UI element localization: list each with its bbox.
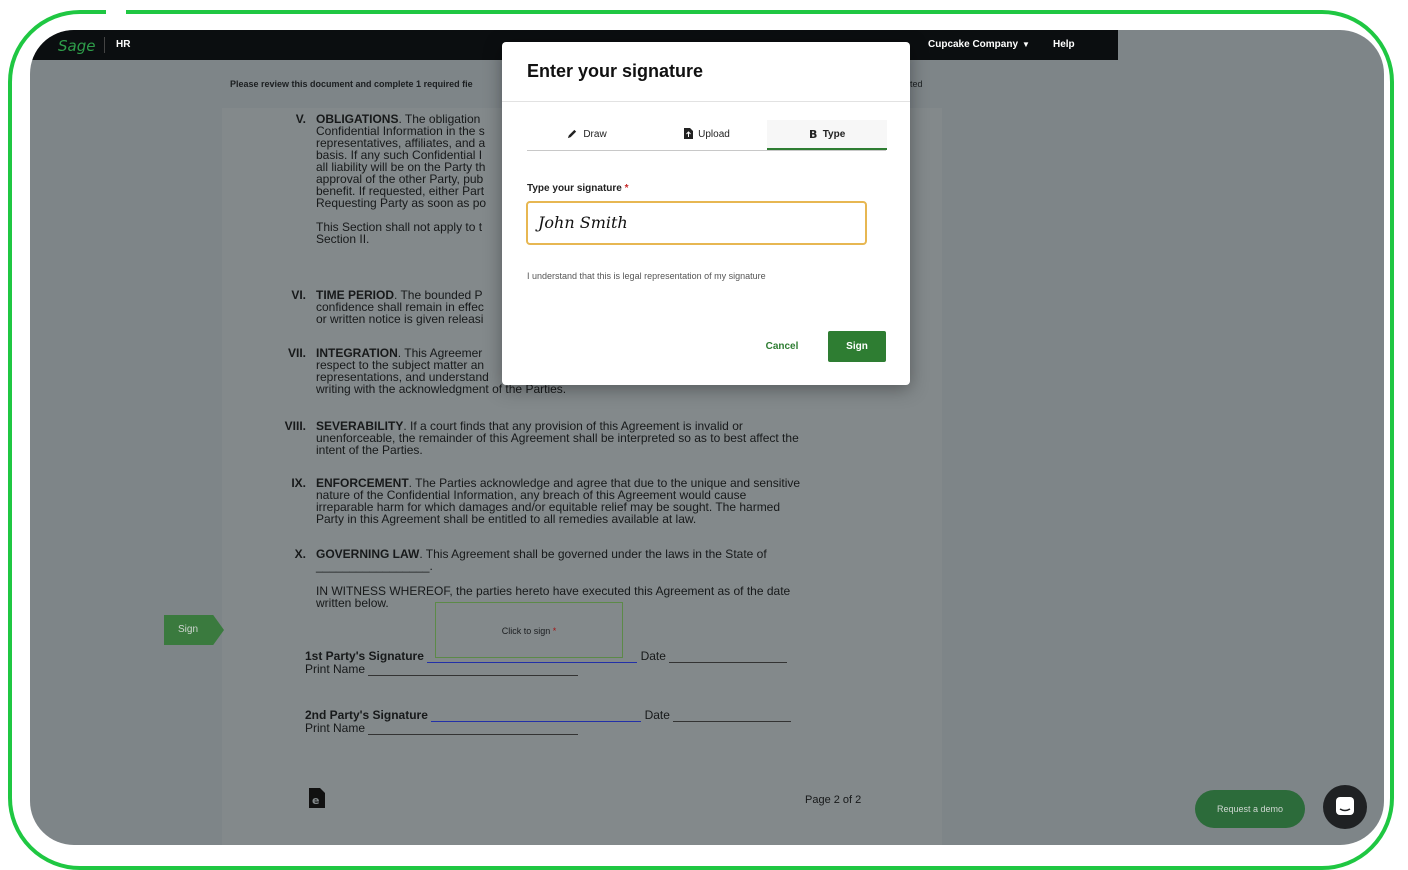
signature-input[interactable]: John Smith <box>526 201 867 245</box>
tab-type[interactable]: B Type <box>767 120 887 150</box>
svg-text:e: e <box>312 794 319 807</box>
review-banner-tail: ted <box>910 79 923 89</box>
company-name: Cupcake Company <box>928 39 1019 50</box>
party2-signature-label: 2nd Party's Signature <box>305 708 428 722</box>
tab-label: Upload <box>698 129 730 140</box>
date-label: Date <box>640 649 666 663</box>
legal-note: I understand that this is legal represen… <box>527 271 766 281</box>
cancel-button[interactable]: Cancel <box>754 332 810 362</box>
print-name-label: Print Name <box>305 721 366 735</box>
date-label: Date <box>644 708 670 722</box>
page-number: Page 2 of 2 <box>805 794 862 806</box>
section-line: written below. <box>316 596 389 610</box>
section-line: Party in this Agreement shall be entitle… <box>316 512 697 526</box>
caret-down-icon: ▼ <box>1022 40 1030 49</box>
tab-upload[interactable]: Upload <box>647 120 767 150</box>
party2-signature-row: 2nd Party's Signature Date Print Name <box>305 708 792 735</box>
upload-file-icon <box>684 128 694 139</box>
section-body: SEVERABILITY. If a court finds that any … <box>316 420 836 456</box>
section-number: X. <box>294 547 306 561</box>
required-mark: * <box>552 626 557 636</box>
signature-field-label-text: Type your signature <box>527 183 622 194</box>
bold-type-icon: B <box>809 128 817 141</box>
modal-title: Enter your signature <box>527 61 704 81</box>
tab-label: Draw <box>583 129 607 140</box>
module-name[interactable]: HR <box>116 39 130 50</box>
app-screen: Sage HR Cupcake Company ▼ Help Please rev… <box>30 30 1384 845</box>
sage-logo: Sage <box>58 37 96 55</box>
tab-draw[interactable]: Draw <box>527 120 647 150</box>
section-line: _________________. <box>316 559 433 573</box>
party1-signature-label: 1st Party's Signature <box>305 649 424 663</box>
section-number: VI. <box>291 288 306 302</box>
section-number: V. <box>295 112 306 126</box>
signature-tabs: Draw Upload B Type <box>527 120 887 151</box>
section-body: GOVERNING LAW. This Agreement shall be g… <box>316 548 836 609</box>
svg-text:B: B <box>809 128 817 139</box>
signature-field-label: Type your signature * <box>527 183 629 194</box>
print-name-line <box>368 734 579 735</box>
section-line: Section II. <box>316 232 370 246</box>
section-number: VII. <box>287 346 306 360</box>
print-name-line <box>368 675 579 676</box>
date-line <box>669 662 788 663</box>
modal-divider <box>502 101 910 102</box>
section-line: intent of the Parties. <box>316 443 423 457</box>
review-banner: Please review this document and complete… <box>230 79 473 89</box>
company-switcher[interactable]: Cupcake Company ▼ <box>928 39 1030 50</box>
section-number: IX. <box>291 476 306 490</box>
signature-modal: Enter your signature Draw Upload B Type T… <box>502 42 910 385</box>
section-line: . This Agreement shall be governed under… <box>419 547 767 561</box>
party1-signature-line <box>427 662 638 663</box>
required-mark: * <box>624 183 629 194</box>
section-line: Requesting Party as soon as po <box>316 196 487 210</box>
document-file-icon: e <box>309 788 325 813</box>
section-number: VIII. <box>284 419 306 433</box>
tab-label: Type <box>822 129 846 140</box>
sign-button[interactable]: Sign <box>828 331 886 362</box>
print-name-label: Print Name <box>305 662 366 676</box>
help-link[interactable]: Help <box>1053 39 1075 50</box>
click-to-sign-label: Click to sign <box>501 626 551 636</box>
logo-separator <box>104 37 105 53</box>
chat-bubble-icon <box>1336 797 1354 815</box>
pencil-icon <box>568 129 577 139</box>
sign-here-tag[interactable]: Sign <box>164 615 224 645</box>
chat-launcher-button[interactable] <box>1323 785 1367 829</box>
click-to-sign-box[interactable]: Click to sign * <box>435 602 623 658</box>
section-line: or written notice is given releasi <box>316 312 484 326</box>
request-demo-button[interactable]: Request a demo <box>1195 790 1305 828</box>
frame-gap <box>106 6 126 16</box>
party2-signature-line <box>431 721 642 722</box>
section-body: ENFORCEMENT. The Parties acknowledge and… <box>316 477 836 525</box>
date-line <box>673 721 792 722</box>
